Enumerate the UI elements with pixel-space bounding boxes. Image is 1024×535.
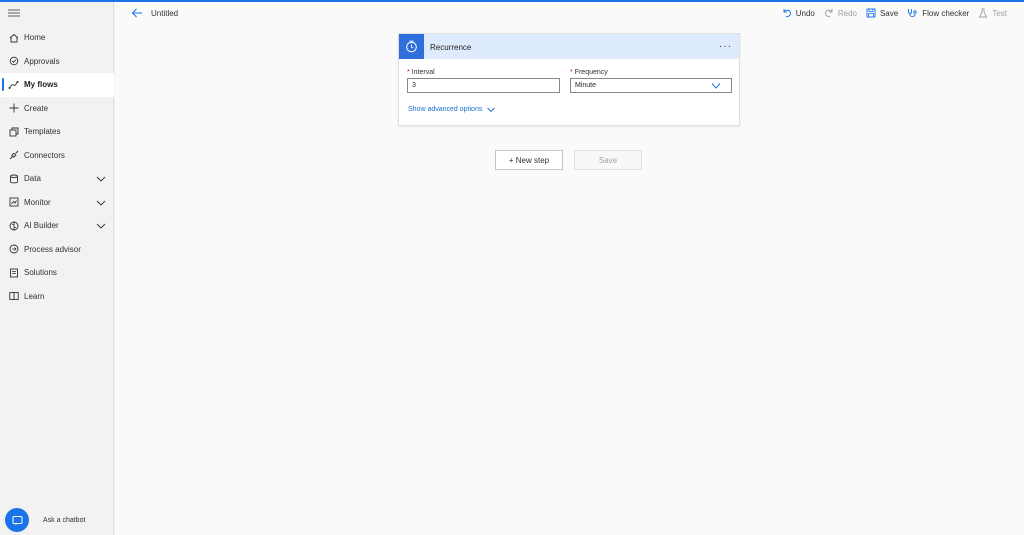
card-title: Recurrence: [430, 43, 472, 52]
interval-label: * Interval: [407, 69, 435, 76]
sidebar-item-home[interactable]: Home: [0, 26, 114, 50]
sidebar-item-monitor[interactable]: Monitor: [0, 191, 114, 215]
plus-icon: [8, 103, 19, 114]
card-header[interactable]: Recurrence ···: [399, 34, 739, 59]
connectors-icon: [8, 150, 19, 161]
chevron-down-icon[interactable]: [96, 198, 106, 208]
chevron-down-icon[interactable]: [96, 221, 106, 231]
flow-checker-label: Flow checker: [922, 8, 970, 18]
solutions-icon: [8, 267, 19, 278]
frequency-value: Minute: [575, 82, 597, 89]
sidebar-item-label: Approvals: [24, 56, 60, 66]
back-arrow-icon[interactable]: [131, 7, 143, 19]
frequency-label-text: Frequency: [574, 69, 608, 76]
more-options-icon[interactable]: ···: [719, 41, 732, 52]
chevron-down-icon[interactable]: [96, 174, 106, 184]
required-marker: *: [407, 69, 410, 76]
sidebar-item-connectors[interactable]: Connectors: [0, 144, 114, 168]
frequency-label: * Frequency: [570, 69, 608, 76]
monitor-icon: [8, 197, 19, 208]
redo-label: Redo: [837, 8, 857, 18]
test-button[interactable]: Test: [978, 8, 1007, 18]
sidebar-item-label: Data: [24, 174, 41, 184]
sidebar-item-process-advisor[interactable]: Process advisor: [0, 238, 114, 262]
flask-icon: [979, 8, 988, 18]
chatbot-icon: [12, 515, 22, 525]
flow-checker-button[interactable]: Flow checker: [907, 8, 969, 18]
redo-icon: [824, 9, 833, 18]
sidebar-item-my-flows[interactable]: My flows: [0, 73, 114, 97]
sidebar-item-label: AI Builder: [24, 221, 59, 231]
save-flow-button[interactable]: Save: [574, 150, 642, 170]
interval-label-text: Interval: [411, 69, 435, 76]
sidebar-item-solutions[interactable]: Solutions: [0, 261, 114, 285]
sidebar-item-label: Create: [24, 103, 49, 113]
ai-builder-icon: [8, 220, 19, 231]
clock-icon: [399, 34, 424, 59]
learn-icon: [8, 291, 19, 302]
interval-input[interactable]: 3: [407, 78, 560, 93]
sidebar-item-ai-builder[interactable]: AI Builder: [0, 214, 114, 238]
chatbot-button[interactable]: [5, 508, 29, 532]
save-icon: [866, 8, 876, 18]
undo-button[interactable]: Undo: [782, 8, 815, 18]
sidebar-item-label: Templates: [24, 127, 61, 137]
sidebar-item-label: Learn: [24, 291, 45, 301]
new-step-button[interactable]: + New step: [495, 150, 563, 170]
hamburger-icon[interactable]: [8, 8, 20, 18]
required-marker: *: [570, 69, 573, 76]
command-actions: Undo Redo Save Flow checker Test: [773, 7, 1007, 19]
process-advisor-icon: [8, 244, 19, 255]
frequency-select[interactable]: Minute: [570, 78, 732, 93]
templates-icon: [8, 126, 19, 137]
sidebar-item-templates[interactable]: Templates: [0, 120, 114, 144]
sidebar-item-label: Solutions: [24, 268, 57, 278]
nav-list: Home Approvals My flows Create Templates: [0, 26, 114, 308]
sidebar-item-approvals[interactable]: Approvals: [0, 50, 114, 74]
show-advanced-options-link[interactable]: Show advanced options: [408, 106, 496, 113]
save-button[interactable]: Save: [866, 8, 898, 18]
chatbot-label: Ask a chatbot: [43, 516, 86, 524]
chevron-down-icon: [487, 107, 496, 112]
home-icon: [8, 32, 19, 43]
sidebar-item-create[interactable]: Create: [0, 97, 114, 121]
advanced-options-label: Show advanced options: [408, 106, 483, 113]
test-label: Test: [992, 8, 1007, 18]
recurrence-trigger-card: Recurrence ··· * Interval 3 * Frequency …: [398, 33, 740, 126]
left-nav: Home Approvals My flows Create Templates: [0, 2, 114, 535]
flow-designer: Untitled Undo Redo Save Flow checker Tes…: [115, 2, 1024, 535]
redo-button[interactable]: Redo: [824, 8, 857, 18]
sidebar-item-label: Process advisor: [24, 244, 81, 254]
sidebar-item-label: My flows: [24, 80, 58, 90]
data-icon: [8, 173, 19, 184]
sidebar-item-learn[interactable]: Learn: [0, 285, 114, 309]
chatbot-launcher[interactable]: Ask a chatbot: [5, 508, 85, 532]
sidebar-item-label: Connectors: [24, 150, 65, 160]
command-bar: Untitled Undo Redo Save Flow checker Tes…: [115, 2, 1024, 24]
sidebar-item-data[interactable]: Data: [0, 167, 114, 191]
approvals-icon: [8, 56, 19, 67]
stethoscope-icon: [908, 9, 917, 17]
flows-icon: [8, 79, 19, 90]
chevron-down-icon: [711, 83, 721, 89]
sidebar-item-label: Home: [24, 33, 46, 43]
save-label: Save: [879, 8, 899, 18]
undo-icon: [783, 9, 791, 18]
flow-title[interactable]: Untitled: [151, 9, 178, 18]
undo-label: Undo: [795, 8, 815, 18]
sidebar-item-label: Monitor: [24, 197, 51, 207]
